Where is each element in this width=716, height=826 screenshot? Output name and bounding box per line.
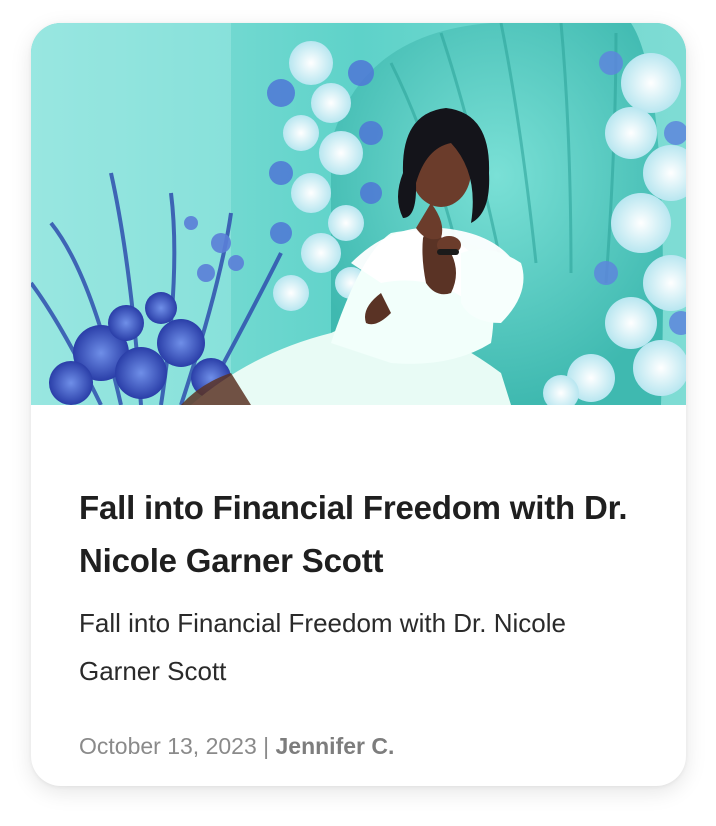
blog-post-card[interactable]: Fall into Financial Freedom with Dr. Nic… (31, 23, 686, 786)
post-date: October 13, 2023 (79, 733, 257, 759)
post-title[interactable]: Fall into Financial Freedom with Dr. Nic… (79, 481, 649, 587)
featured-photo-illustration (31, 23, 686, 405)
post-meta: October 13, 2023 | Jennifer C. (79, 731, 394, 761)
post-author[interactable]: Jennifer C. (276, 733, 395, 759)
post-featured-image[interactable] (31, 23, 686, 405)
meta-separator: | (256, 733, 276, 759)
post-excerpt: Fall into Financial Freedom with Dr. Nic… (79, 608, 566, 686)
